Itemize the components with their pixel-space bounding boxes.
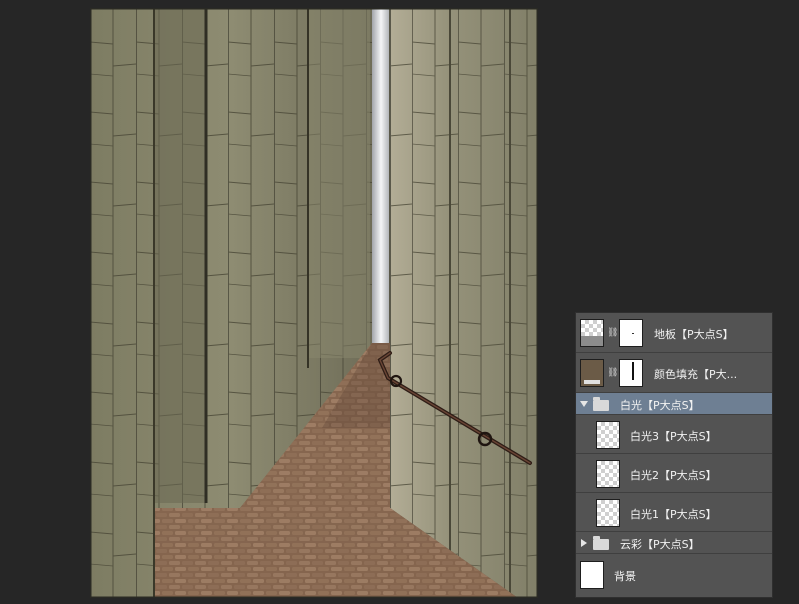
layer-name: 白光2【P大点S】 bbox=[630, 469, 717, 482]
folder-icon bbox=[593, 536, 609, 550]
layers-panel: ⛓ 地板【P大点S】 ⛓ 颜色填充【P大... 白光【P大点S】 白光3【P大点… bbox=[575, 312, 773, 598]
layer-name: 云彩【P大点S】 bbox=[620, 538, 700, 551]
layer-mask-thumbnail bbox=[619, 359, 643, 387]
document-canvas[interactable] bbox=[90, 8, 538, 598]
layer-thumbnail bbox=[596, 421, 620, 449]
layer-row-white-light-1[interactable]: 白光1【P大点S】 bbox=[576, 493, 772, 532]
layer-name: 白光【P大点S】 bbox=[620, 399, 700, 412]
layer-thumbnail bbox=[596, 460, 620, 488]
layer-row-color-fill[interactable]: ⛓ 颜色填充【P大... bbox=[576, 353, 772, 393]
layer-mask-thumbnail bbox=[619, 319, 643, 347]
link-icon[interactable]: ⛓ bbox=[607, 326, 618, 340]
workspace: ⛓ 地板【P大点S】 ⛓ 颜色填充【P大... 白光【P大点S】 白光3【P大点… bbox=[0, 0, 799, 604]
layer-name: 地板【P大点S】 bbox=[654, 328, 734, 341]
layer-row-background[interactable]: 背景 bbox=[576, 554, 772, 597]
layer-name: 白光3【P大点S】 bbox=[630, 430, 717, 443]
layer-name: 背景 bbox=[614, 570, 636, 583]
expand-arrow-icon[interactable] bbox=[581, 539, 587, 547]
layer-thumbnail bbox=[596, 499, 620, 527]
expand-arrow-icon[interactable] bbox=[580, 401, 588, 407]
layer-row-white-light-2[interactable]: 白光2【P大点S】 bbox=[576, 454, 772, 493]
folder-icon bbox=[593, 397, 609, 411]
layer-name: 颜色填充【P大... bbox=[654, 368, 738, 381]
layer-row-white-light-3[interactable]: 白光3【P大点S】 bbox=[576, 415, 772, 454]
layer-group-white-light[interactable]: 白光【P大点S】 bbox=[576, 393, 772, 415]
link-icon[interactable]: ⛓ bbox=[607, 366, 618, 380]
layer-name: 白光1【P大点S】 bbox=[630, 508, 717, 521]
fill-swatch-thumbnail bbox=[580, 359, 604, 387]
layer-thumbnail bbox=[580, 319, 604, 347]
alley-illustration bbox=[90, 8, 538, 598]
layer-group-clouds[interactable]: 云彩【P大点S】 bbox=[576, 532, 772, 554]
layer-row-floor[interactable]: ⛓ 地板【P大点S】 bbox=[576, 313, 772, 353]
layer-thumbnail bbox=[580, 561, 604, 589]
